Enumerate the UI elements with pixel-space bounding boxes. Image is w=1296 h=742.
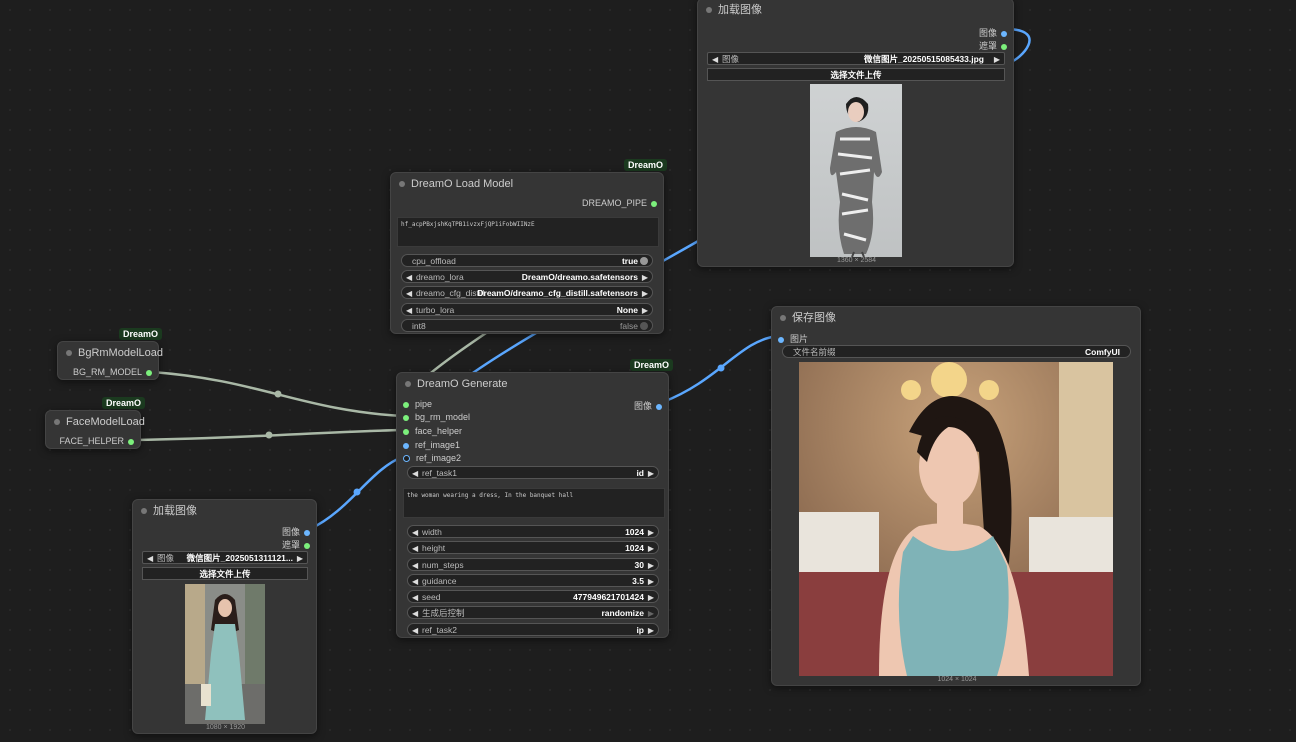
prompt-textarea[interactable]: the woman wearing a dress, In the banque… bbox=[403, 488, 665, 518]
output-bg-rm-model[interactable]: BG_RM_MODEL bbox=[73, 367, 152, 377]
save-image-node[interactable]: 保存图像 图片 文件名前缀 ComfyUI 1024 × 1024 bbox=[771, 306, 1141, 686]
node-title: FaceModelLoad bbox=[66, 416, 145, 428]
collapse-dot-icon[interactable] bbox=[706, 7, 712, 13]
image-preview bbox=[810, 84, 902, 257]
input-face-helper[interactable]: face_helper bbox=[403, 426, 462, 436]
input-ref-image1[interactable]: ref_image1 bbox=[403, 440, 460, 450]
node-title: 加载图像 bbox=[718, 4, 762, 16]
link-midpoint bbox=[265, 431, 273, 439]
image-preview bbox=[799, 362, 1113, 676]
node-header[interactable]: FaceModelLoad bbox=[46, 411, 145, 433]
dreamo-badge: DreamO bbox=[624, 159, 668, 171]
image-select-combo[interactable]: ◀ 图像 微信图片_2025051311121... ▶ bbox=[142, 551, 308, 564]
toggle-off-icon[interactable] bbox=[640, 322, 648, 330]
image-select-combo[interactable]: ◀ 图像 微信图片_20250515085433.jpg ▶ bbox=[707, 52, 1005, 65]
node-header[interactable]: DreamO Generate bbox=[397, 373, 668, 395]
link-midpoint bbox=[274, 390, 282, 398]
input-pipe[interactable]: pipe bbox=[403, 399, 432, 409]
output-image[interactable]: 图像 bbox=[634, 399, 662, 412]
node-header[interactable]: 加载图像 bbox=[133, 500, 316, 522]
dreamo-badge: DreamO bbox=[119, 328, 163, 340]
image-dimensions: 1024 × 1024 bbox=[937, 676, 977, 683]
toggle-cpu-offload[interactable]: cpu_offload true bbox=[401, 254, 653, 267]
load-image-node-bottom[interactable]: 加载图像 图像 遮罩 ◀ 图像 微信图片_2025051311121... ▶ 选择… bbox=[132, 499, 317, 734]
node-title: 加载图像 bbox=[153, 505, 197, 517]
output-mask[interactable]: 遮罩 bbox=[282, 538, 310, 551]
collapse-dot-icon[interactable] bbox=[54, 419, 60, 425]
image-dimensions: 1360 × 2584 bbox=[836, 257, 877, 264]
image-preview bbox=[185, 584, 265, 724]
input-ref-image2[interactable]: ref_image2 bbox=[403, 453, 461, 463]
upload-button[interactable]: 选择文件上传 bbox=[707, 68, 1005, 81]
collapse-dot-icon[interactable] bbox=[405, 381, 411, 387]
output-face-helper[interactable]: FACE_HELPER bbox=[59, 436, 134, 446]
node-title: BgRmModelLoad bbox=[78, 347, 163, 359]
bgrm-model-load-node[interactable]: BgRmModelLoad BG_RM_MODEL bbox=[57, 341, 163, 380]
node-title: 保存图像 bbox=[792, 312, 836, 324]
combo-ref-task1[interactable]: ◀ ref_task1 id ▶ bbox=[407, 466, 659, 479]
node-header[interactable]: DreamO Load Model bbox=[391, 173, 663, 195]
link-midpoint bbox=[353, 488, 361, 496]
output-image[interactable]: 图像 bbox=[979, 26, 1007, 39]
output-image[interactable]: 图像 bbox=[282, 525, 310, 538]
dreamo-badge: DreamO bbox=[102, 397, 146, 409]
combo-dreamo-lora[interactable]: ◀ dreamo_lora DreamO/dreamo.safetensors ▶ bbox=[401, 270, 653, 283]
combo-ref-task2[interactable]: ◀ ref_task2 ip ▶ bbox=[407, 623, 659, 636]
collapse-dot-icon[interactable] bbox=[780, 315, 786, 321]
image-dimensions: 1080 × 1920 bbox=[205, 724, 246, 731]
toggle-int8[interactable]: int8 false bbox=[401, 319, 653, 332]
filename-prefix-field[interactable]: 文件名前缀 ComfyUI bbox=[782, 345, 1131, 358]
output-mask[interactable]: 遮罩 bbox=[979, 39, 1007, 52]
arrow-right-icon[interactable]: ▶ bbox=[994, 53, 1000, 66]
number-num-steps[interactable]: ◀ num_steps 30 ▶ bbox=[407, 558, 659, 571]
collapse-dot-icon[interactable] bbox=[399, 181, 405, 187]
node-header[interactable]: 保存图像 bbox=[772, 307, 1140, 329]
collapse-dot-icon[interactable] bbox=[141, 508, 147, 514]
combo-dreamo-cfg-distill[interactable]: ◀ dreamo_cfg_distill DreamO/dreamo_cfg_di… bbox=[401, 286, 653, 299]
upload-button[interactable]: 选择文件上传 bbox=[142, 567, 308, 580]
node-header[interactable]: 加载图像 bbox=[698, 0, 1013, 21]
combo-control-after-generate[interactable]: ◀ 生成后控制 randomize ▶ bbox=[407, 606, 659, 619]
node-title: DreamO Load Model bbox=[411, 178, 514, 190]
face-model-load-node[interactable]: FaceModelLoad FACE_HELPER bbox=[45, 410, 145, 449]
input-images[interactable]: 图片 bbox=[778, 332, 808, 345]
link-midpoint bbox=[717, 364, 725, 372]
number-width[interactable]: ◀ width 1024 ▶ bbox=[407, 525, 659, 538]
toggle-on-icon[interactable] bbox=[640, 257, 648, 265]
number-guidance[interactable]: ◀ guidance 3.5 ▶ bbox=[407, 574, 659, 587]
token-textarea[interactable]: hf_acpPBxjshKqTPB1ivzxFjQP1iFobWIINzE bbox=[397, 217, 659, 247]
combo-turbo-lora[interactable]: ◀ turbo_lora None ▶ bbox=[401, 303, 653, 316]
collapse-dot-icon[interactable] bbox=[66, 350, 72, 356]
node-title: DreamO Generate bbox=[417, 378, 508, 390]
input-bg-rm-model[interactable]: bg_rm_model bbox=[403, 412, 470, 422]
load-image-node-top[interactable]: 加载图像 图像 遮罩 ◀ 图像 微信图片_20250515085433.jpg … bbox=[697, 0, 1014, 267]
dreamo-load-model-node[interactable]: DreamO Load Model DREAMO_PIPE hf_acpPBxj… bbox=[390, 172, 664, 334]
node-header[interactable]: BgRmModelLoad bbox=[58, 342, 163, 364]
output-dreamo-pipe[interactable]: DREAMO_PIPE bbox=[582, 198, 657, 208]
number-height[interactable]: ◀ height 1024 ▶ bbox=[407, 541, 659, 554]
arrow-left-icon[interactable]: ◀ bbox=[712, 53, 718, 66]
dreamo-badge: DreamO bbox=[630, 359, 674, 371]
dreamo-generate-node[interactable]: DreamO Generate pipe bg_rm_model face_he… bbox=[396, 372, 669, 638]
number-seed[interactable]: ◀ seed 477949621701424 ▶ bbox=[407, 590, 659, 603]
